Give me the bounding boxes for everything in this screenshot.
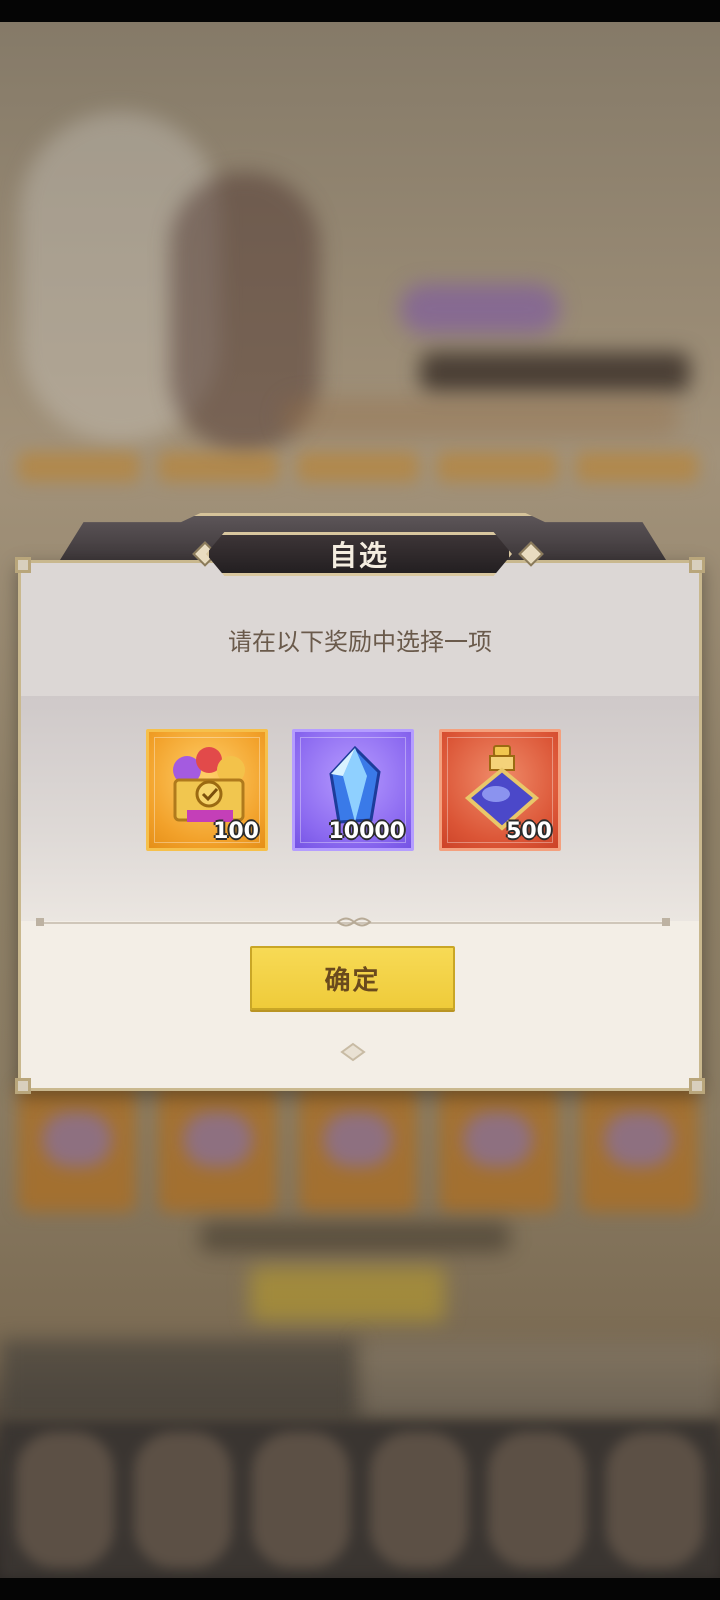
divider-ornament-icon — [336, 917, 372, 927]
confirm-button[interactable]: 确定 — [250, 946, 455, 1010]
divider-end-dot — [662, 918, 670, 926]
dialog-prompt: 请在以下奖励中选择一项 — [228, 628, 492, 656]
blurred-bottom-nav — [0, 1422, 720, 1578]
blurred-text — [280, 397, 680, 437]
dialog-title-plate: 自选 — [206, 532, 512, 576]
reward-option-chest[interactable]: 100 — [146, 729, 268, 851]
corner-ornament — [15, 1078, 31, 1094]
bottom-ornament-icon — [340, 1042, 366, 1062]
blurred-button — [250, 1267, 445, 1322]
blurred-reward-cards — [18, 1082, 699, 1212]
item-quantity: 100 — [213, 819, 259, 844]
divider-end-dot — [36, 918, 44, 926]
corner-ornament — [15, 557, 31, 573]
reward-option-potion[interactable]: 500 — [439, 729, 561, 851]
blurred-tab-right — [360, 1340, 720, 1418]
blurred-text — [200, 1222, 510, 1252]
status-bar — [0, 0, 720, 22]
blurred-banner — [400, 284, 560, 334]
item-quantity: 10000 — [328, 819, 405, 844]
blurred-tab-row — [18, 452, 698, 482]
navigation-bar — [0, 1578, 720, 1600]
confirm-button-label: 确定 — [324, 965, 381, 996]
item-quantity: 500 — [506, 819, 552, 844]
reward-options: 100 10000 500 — [146, 729, 562, 853]
corner-ornament — [689, 557, 705, 573]
reward-option-crystal[interactable]: 10000 — [292, 729, 414, 851]
corner-ornament — [689, 1078, 705, 1094]
blurred-banner — [420, 352, 690, 392]
blurred-tab-left — [0, 1340, 360, 1418]
dialog-title: 自选 — [328, 539, 389, 572]
